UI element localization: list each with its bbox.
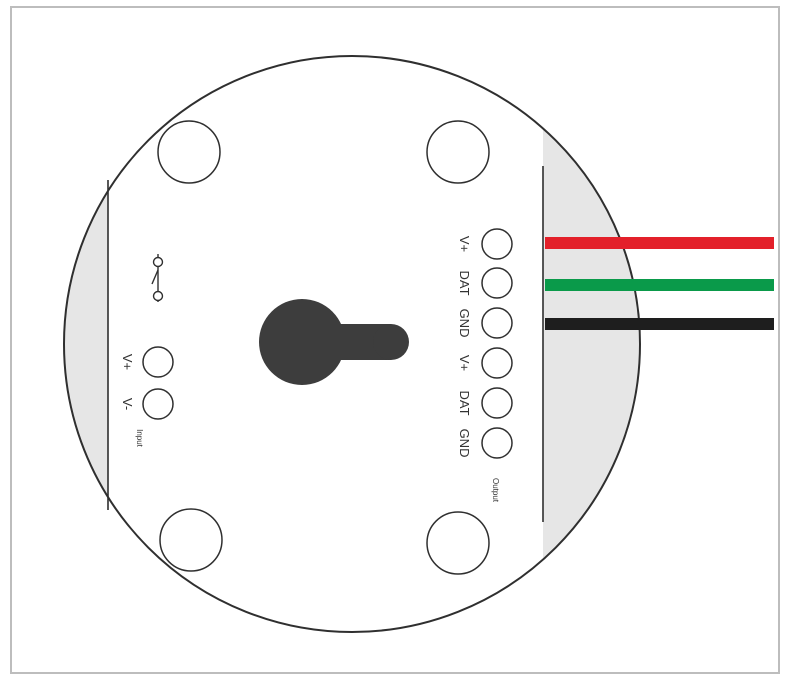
left-side-strip <box>64 56 108 632</box>
output-pad-6 <box>481 427 513 459</box>
output-pad-4 <box>481 347 513 379</box>
input-caption: Input <box>135 429 144 448</box>
output-pin-label-5: GND <box>457 429 472 458</box>
output-pin-label-0: V+ <box>457 236 472 252</box>
mounting-hole-icon <box>426 511 490 575</box>
output-pad-1 <box>481 228 513 260</box>
output-pad-3 <box>481 307 513 339</box>
output-pad-2 <box>481 267 513 299</box>
wire-gnd <box>545 318 774 330</box>
input-pad-1 <box>142 346 174 378</box>
mounting-hole-icon <box>426 120 490 184</box>
wire-vplus <box>545 237 774 249</box>
input-pin-label-1: V- <box>120 398 135 410</box>
input-pin-label-0: V+ <box>120 354 135 370</box>
output-pad-5 <box>481 387 513 419</box>
output-pin-label-3: V+ <box>457 355 472 371</box>
led-module-diagram: V+ V- Input V+ DAT GND V+ DAT GND Output <box>63 55 774 633</box>
right-side-strip <box>543 56 640 632</box>
mounting-hole-icon <box>157 120 221 184</box>
output-caption: Output <box>491 478 500 503</box>
mounting-hole-icon <box>159 508 223 572</box>
wire-dat <box>545 279 774 291</box>
output-pin-label-4: DAT <box>457 390 472 415</box>
input-pad-2 <box>142 388 174 420</box>
output-pin-label-2: GND <box>457 309 472 338</box>
output-pin-label-1: DAT <box>457 270 472 295</box>
